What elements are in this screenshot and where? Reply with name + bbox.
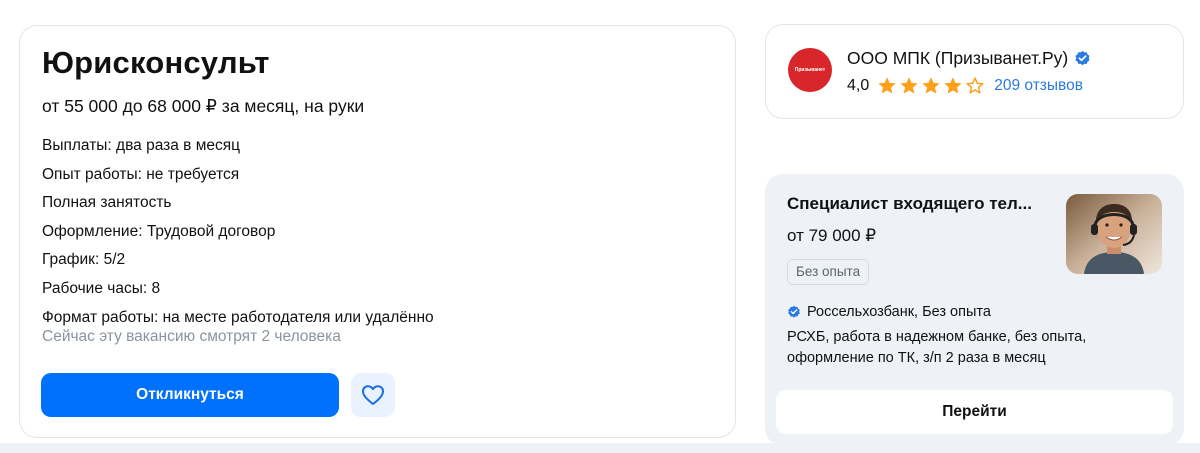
company-logo[interactable]: Призыванет — [788, 48, 832, 92]
detail-hours: Рабочие часы: 8 — [42, 279, 161, 297]
detail-schedule: График: 5/2 — [42, 251, 126, 269]
company-name[interactable]: ООО МПК (Призыванет.Ру) — [847, 48, 1068, 69]
company-card[interactable]: Призыванет ООО МПК (Призыванет.Ру) 4,0 2… — [765, 24, 1184, 119]
star-empty-icon — [966, 77, 984, 94]
operator-headset-photo — [1066, 194, 1162, 274]
detail-experience: Опыт работы: не требуется — [42, 165, 240, 183]
heart-icon — [362, 385, 384, 405]
reviews-link[interactable]: 209 отзывов — [994, 77, 1083, 95]
vacancy-details: Выплаты: два раза в месяц Опыт работы: н… — [42, 132, 434, 332]
detail-employment: Полная занятость — [42, 194, 172, 212]
star-filled-icon — [922, 77, 940, 94]
go-button[interactable]: Перейти — [776, 390, 1173, 434]
detail-contract: Оформление: Трудовой договор — [42, 222, 276, 240]
viewers-count: Сейчас эту вакансию смотрят 2 человека — [42, 328, 341, 345]
star-filled-icon — [878, 77, 896, 94]
star-filled-icon — [944, 77, 962, 94]
rating-row: 4,0 209 отзывов — [847, 76, 1083, 95]
vacancy-card: Юрисконсульт от 55 000 до 68 000 ₽ за ме… — [19, 25, 736, 438]
ad-company-row: Россельхозбанк, Без опыта — [787, 304, 991, 320]
company-name-row: ООО МПК (Призыванет.Ру) — [847, 48, 1091, 69]
star-filled-icon — [900, 77, 918, 94]
favorite-button[interactable] — [351, 373, 395, 417]
company-logo-text: Призыванет — [794, 67, 826, 73]
detail-payments: Выплаты: два раза в месяц — [42, 137, 241, 154]
verified-badge-icon — [1075, 50, 1090, 66]
vacancy-salary: от 55 000 до 68 000 ₽ за месяц, на руки — [42, 96, 365, 116]
ad-description: РСХБ, работа в надежном банке, без опыта… — [787, 329, 1087, 366]
rating-value: 4,0 — [847, 76, 870, 94]
vacancy-title: Юрисконсульт — [42, 45, 270, 80]
ad-card[interactable]: Специалист входящего тел... от 79 000 ₽ … — [765, 174, 1184, 446]
ad-salary: от 79 000 ₽ — [787, 226, 877, 245]
apply-button[interactable]: Откликнуться — [41, 373, 339, 417]
rating-stars — [877, 76, 985, 95]
ad-experience-tag: Без опыта — [787, 259, 870, 285]
ad-title[interactable]: Специалист входящего тел... — [787, 194, 1042, 214]
ad-company-name: Россельхозбанк, Без опыта — [807, 304, 991, 320]
verified-badge-icon — [788, 305, 800, 318]
